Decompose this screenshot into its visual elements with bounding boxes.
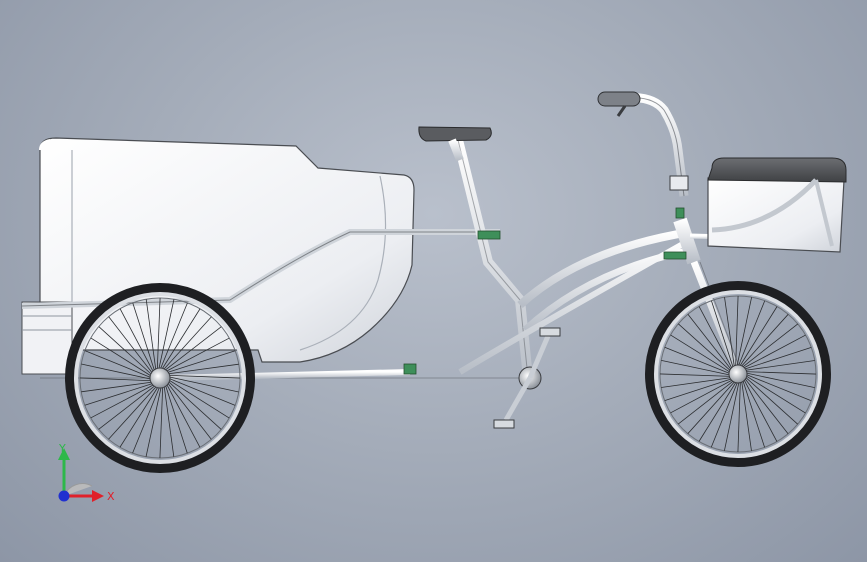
handlebar[interactable] (597, 91, 689, 197)
spoke (159, 385, 164, 459)
spoke (664, 346, 732, 375)
model-view[interactable] (0, 0, 867, 562)
spoke (737, 300, 766, 368)
spoke (736, 297, 753, 368)
spoke (119, 385, 159, 448)
spoke (167, 379, 230, 419)
spoke (661, 359, 732, 376)
y-axis-label: Y (58, 442, 66, 455)
spoke (737, 380, 741, 453)
spoke (744, 376, 798, 425)
cargo-box[interactable] (21, 137, 500, 375)
spoke (108, 385, 158, 440)
spoke (723, 380, 740, 451)
spoke (743, 378, 778, 442)
spoke (167, 380, 222, 430)
front-wheel[interactable] (645, 281, 831, 467)
seat[interactable] (418, 126, 492, 162)
spoke (698, 380, 738, 442)
spoke (167, 377, 236, 406)
grip (597, 91, 641, 107)
spoke (670, 379, 734, 414)
spoke (738, 306, 778, 368)
spoke (744, 373, 812, 402)
spoke (710, 380, 739, 448)
x-axis-label: X (107, 490, 115, 503)
spoke (744, 371, 817, 375)
spoke (744, 374, 806, 414)
front-basket[interactable] (707, 157, 847, 253)
x-axis-arrow (92, 490, 104, 502)
spoke (742, 334, 806, 369)
spoke (659, 373, 732, 377)
pedal-upper[interactable] (539, 327, 561, 337)
spoke (132, 385, 161, 454)
spoke (145, 385, 162, 457)
spoke (744, 372, 815, 389)
spoke (84, 350, 153, 379)
pedal-lower[interactable] (493, 419, 515, 429)
graphics-viewport[interactable]: Y X (0, 0, 867, 562)
spoke (687, 380, 736, 434)
z-axis-dot (58, 490, 70, 502)
spoke (740, 314, 789, 368)
axis-triad: Y X (58, 442, 115, 503)
spoke (735, 295, 739, 368)
